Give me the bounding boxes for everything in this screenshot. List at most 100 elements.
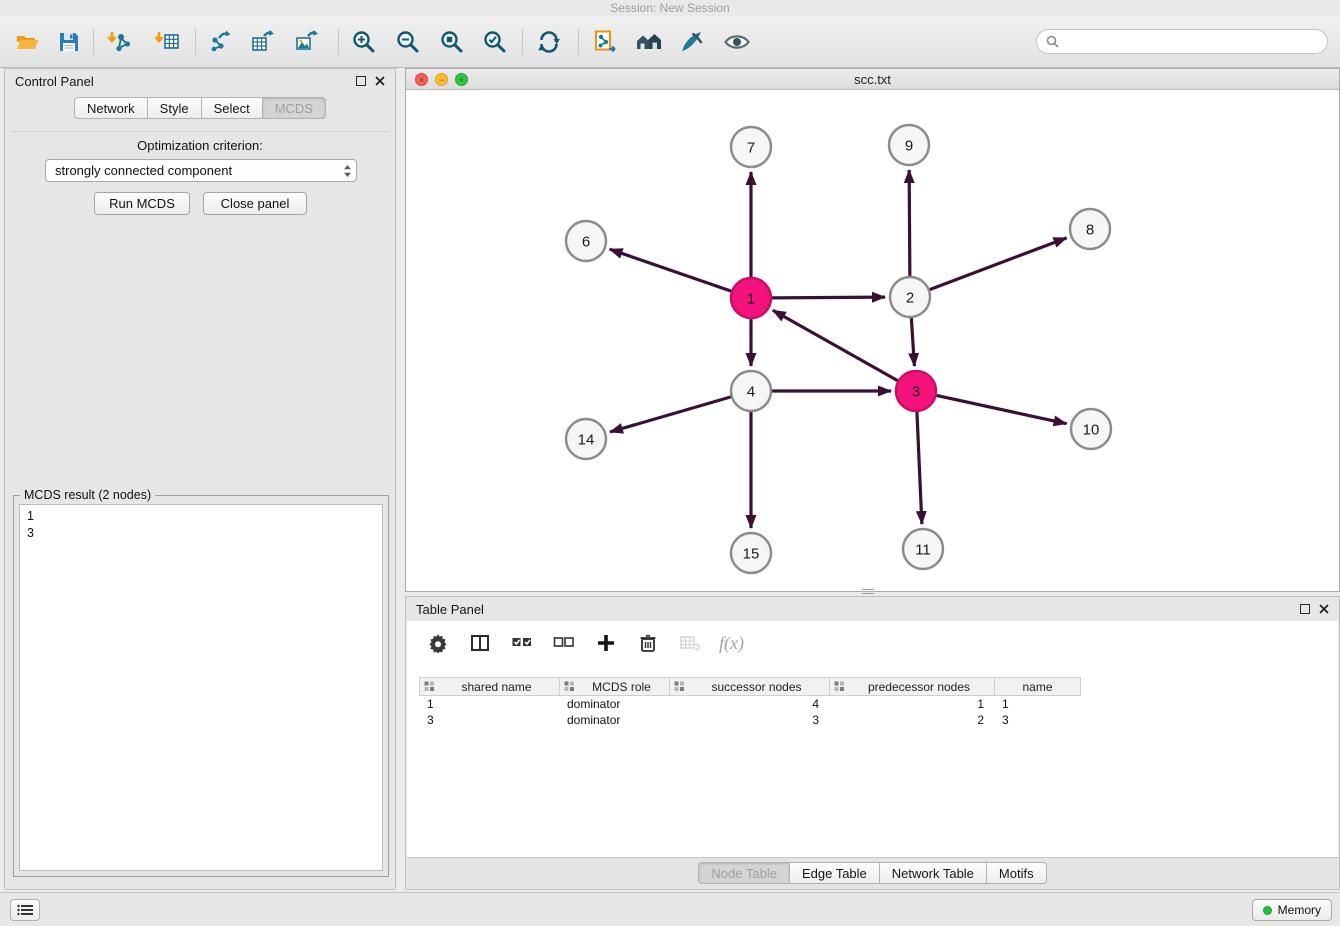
graph-node-7[interactable]: 7 [731, 127, 771, 167]
float-panel-icon[interactable] [356, 76, 366, 86]
search-input[interactable] [1065, 34, 1318, 49]
table-row[interactable]: 1 dominator 4 1 1 [419, 696, 1081, 712]
tab-node-table[interactable]: Node Table [698, 862, 790, 884]
table-panel-header: Table Panel [406, 597, 1339, 621]
graph-edge-3-10[interactable] [937, 395, 1067, 423]
graph-node-14[interactable]: 14 [566, 419, 606, 459]
cell-shared-name[interactable]: 1 [419, 696, 559, 712]
column-header-successor-nodes[interactable]: successor nodes [670, 678, 830, 695]
graph-edge-2-3[interactable] [911, 318, 914, 366]
graph-node-2[interactable]: 2 [890, 277, 930, 317]
network-canvas[interactable]: 7 9 6 8 1 2 4 3 14 10 15 11 [406, 90, 1339, 591]
select-all-rows-icon[interactable] [509, 630, 535, 656]
import-table-icon[interactable] [148, 24, 186, 60]
graph-edge-2-9[interactable] [909, 170, 910, 276]
tab-motifs[interactable]: Motifs [987, 862, 1047, 884]
graph-node-8[interactable]: 8 [1070, 209, 1110, 249]
tab-network[interactable]: Network [74, 97, 148, 119]
tab-select[interactable]: Select [202, 97, 263, 119]
network-export-icon [208, 29, 234, 55]
cell-predecessor-nodes[interactable]: 2 [829, 712, 994, 728]
graph-node-15[interactable]: 15 [731, 533, 771, 573]
graph-node-3[interactable]: 3 [896, 371, 936, 411]
network-overview-icon[interactable] [630, 24, 668, 60]
close-panel-button[interactable]: Close panel [203, 192, 307, 215]
graph-node-11[interactable]: 11 [903, 529, 943, 569]
search-icon [1046, 35, 1059, 48]
tab-style[interactable]: Style [148, 97, 202, 119]
splitter-handle[interactable] [862, 589, 874, 594]
memory-button[interactable]: Memory [1252, 899, 1332, 921]
graph-edge-1-2[interactable] [772, 297, 885, 298]
toolbar-separator [522, 28, 523, 56]
graph-edge-1-6[interactable] [610, 249, 732, 291]
column-header-mcds-role[interactable]: MCDS role [560, 678, 670, 695]
export-table-icon[interactable] [245, 24, 283, 60]
graph-node-10[interactable]: 10 [1071, 409, 1111, 449]
deselect-all-rows-icon[interactable] [551, 630, 577, 656]
show-columns-icon[interactable] [467, 630, 493, 656]
maximize-window-icon[interactable]: + [455, 73, 468, 86]
column-header-predecessor-nodes[interactable]: predecessor nodes [830, 678, 995, 695]
mcds-result-list[interactable]: 1 3 [19, 504, 383, 871]
selected-option: strongly connected component [55, 163, 343, 178]
show-graphics-details-icon[interactable] [718, 24, 756, 60]
graph-edge-2-8[interactable] [930, 238, 1067, 290]
export-image-icon[interactable] [289, 24, 327, 60]
tab-mcds[interactable]: MCDS [263, 97, 326, 119]
cell-name[interactable]: 1 [994, 696, 1079, 712]
graph-node-6[interactable]: 6 [566, 221, 606, 261]
zoom-selected-icon[interactable] [476, 24, 514, 60]
graph-edge-3-11[interactable] [917, 412, 922, 524]
float-panel-icon[interactable] [1300, 604, 1310, 614]
add-column-icon[interactable] [593, 630, 619, 656]
network-window-title: scc.txt [854, 72, 891, 87]
table-body-area: f(x) shared name [407, 621, 1338, 857]
open-session-icon[interactable] [8, 24, 46, 60]
new-network-from-selection-icon[interactable] [586, 24, 624, 60]
table-row[interactable]: 3 dominator 3 2 3 [419, 712, 1081, 728]
cell-mcds-role[interactable]: dominator [559, 696, 669, 712]
column-header-name[interactable]: name [995, 678, 1080, 695]
svg-text:9: 9 [905, 138, 913, 155]
table-mode-gear-icon[interactable] [425, 630, 451, 656]
cell-successor-nodes[interactable]: 3 [669, 712, 829, 728]
graph-edge-3-1[interactable] [773, 310, 898, 380]
column-type-icon [834, 681, 845, 692]
delete-columns-icon[interactable] [635, 630, 661, 656]
column-header-shared-name[interactable]: shared name [420, 678, 560, 695]
graph-node-1[interactable]: 1 [731, 278, 771, 318]
show-panels-button[interactable] [10, 899, 40, 921]
tab-network-table[interactable]: Network Table [880, 862, 987, 884]
zoom-in-icon[interactable] [345, 24, 383, 60]
control-panel: Control Panel Network Style Select MCDS … [4, 68, 396, 890]
minimize-window-icon[interactable]: − [435, 73, 448, 86]
export-network-icon[interactable] [202, 24, 240, 60]
cell-successor-nodes[interactable]: 4 [669, 696, 829, 712]
network-window-title-bar[interactable]: × − + scc.txt [406, 69, 1339, 90]
optimization-criterion-select[interactable]: strongly connected component [45, 159, 357, 182]
close-panel-icon[interactable] [375, 76, 385, 86]
refresh-layout-icon[interactable] [530, 24, 568, 60]
graph-node-4[interactable]: 4 [731, 371, 771, 411]
zoom-out-icon[interactable] [389, 24, 427, 60]
svg-text:15: 15 [743, 546, 760, 563]
delete-table-icon [677, 630, 703, 656]
svg-text:10: 10 [1083, 422, 1100, 439]
save-session-icon[interactable] [50, 24, 88, 60]
graph-node-9[interactable]: 9 [889, 125, 929, 165]
apply-style-icon[interactable] [673, 24, 711, 60]
tab-edge-table[interactable]: Edge Table [790, 862, 880, 884]
import-network-icon[interactable] [100, 24, 138, 60]
close-panel-icon[interactable] [1319, 604, 1329, 614]
cell-name[interactable]: 3 [994, 712, 1079, 728]
control-panel-title: Control Panel [15, 74, 94, 89]
fit-content-icon[interactable] [433, 24, 471, 60]
cell-shared-name[interactable]: 3 [419, 712, 559, 728]
cell-mcds-role[interactable]: dominator [559, 712, 669, 728]
cell-predecessor-nodes[interactable]: 1 [829, 696, 994, 712]
graph-edge-4-14[interactable] [610, 397, 731, 432]
run-mcds-button[interactable]: Run MCDS [94, 192, 190, 215]
search-field[interactable] [1036, 29, 1328, 54]
close-window-icon[interactable]: × [415, 73, 428, 86]
